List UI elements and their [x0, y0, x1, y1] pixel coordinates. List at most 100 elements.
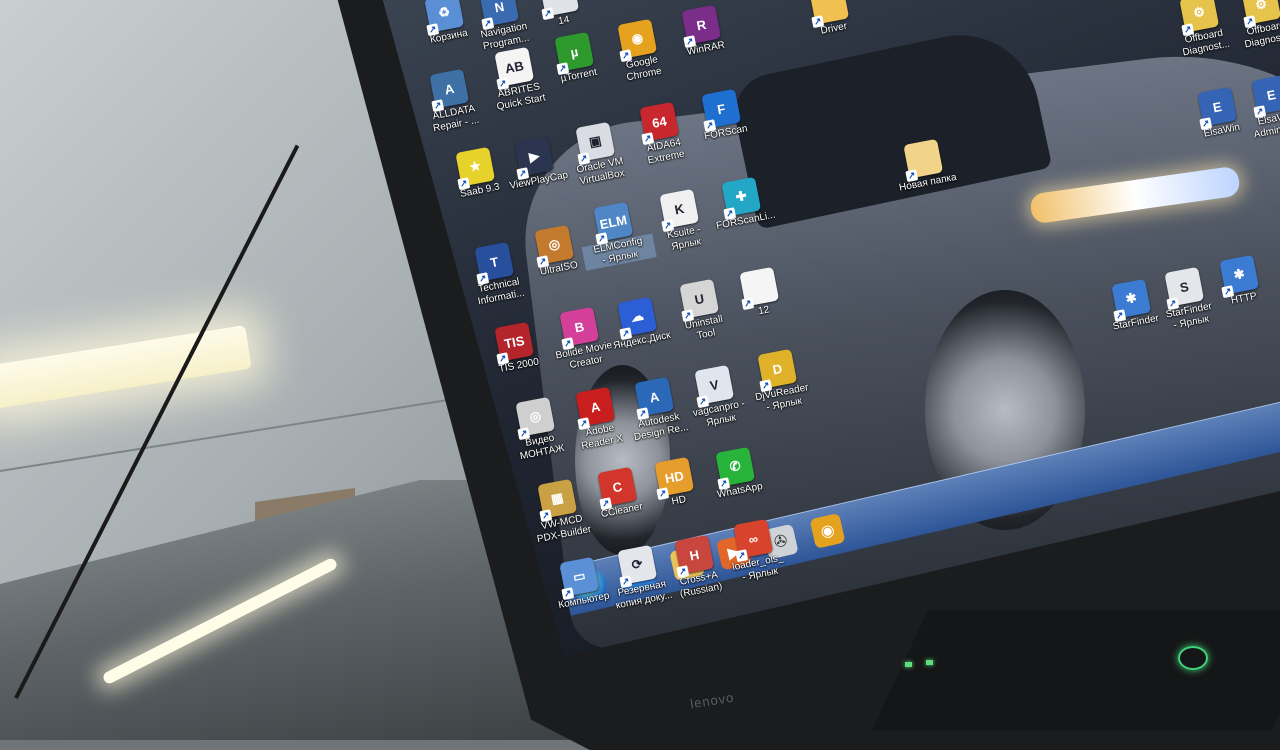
shortcut-arrow-icon: ↗: [1113, 309, 1127, 323]
virtualbox-icon: ▣ ↗: [575, 121, 616, 166]
shortcut-arrow-icon: ↗: [1253, 105, 1267, 119]
autodesk-glyph: A: [648, 388, 661, 405]
shortcut-arrow-icon: ↗: [595, 232, 609, 246]
vwmcd-glyph: ▦: [549, 489, 565, 507]
ccleaner-icon: C ↗: [597, 466, 638, 511]
shortcut-arrow-icon: ↗: [476, 272, 490, 286]
http-glyph: ✱: [1232, 265, 1246, 283]
vagcanpro-glyph: V: [708, 376, 720, 393]
offboard1-glyph: ⚙: [1191, 3, 1207, 21]
shortcut-arrow-icon: ↗: [717, 477, 731, 491]
abrites-icon: AB ↗: [494, 46, 535, 91]
navigation-glyph: N: [493, 0, 506, 15]
shortcut-arrow-icon: ↗: [426, 23, 440, 37]
shortcut-arrow-icon: ↗: [517, 427, 531, 441]
shortcut-arrow-icon: ↗: [457, 177, 471, 191]
power-button[interactable]: [1178, 646, 1208, 670]
autodesk-icon: A ↗: [634, 376, 675, 421]
winrar-glyph: R: [695, 16, 708, 33]
shortcut-arrow-icon: ↗: [656, 487, 670, 501]
forscan-icon: F ↗: [701, 88, 742, 133]
status-led: [926, 660, 933, 665]
winrar-icon: R ↗: [681, 4, 722, 49]
bolide-icon: B ↗: [559, 306, 600, 351]
ccleaner-glyph: C: [611, 478, 624, 495]
elsawin-glyph: E: [1211, 98, 1223, 115]
shortcut-arrow-icon: ↗: [481, 17, 495, 31]
ksuite-glyph: K: [673, 200, 686, 217]
starfinder2-icon: S ↗: [1164, 266, 1205, 311]
hd-glyph: HD: [663, 467, 685, 486]
shortcut-arrow-icon: ↗: [735, 549, 749, 563]
loader-glyph: ∞: [747, 530, 760, 547]
elsawinadmin-icon: E ↗: [1251, 74, 1280, 119]
video-icon: ◎ ↗: [515, 396, 556, 441]
loader-icon: ∞ ↗: [733, 518, 774, 563]
shortcut-arrow-icon: ↗: [636, 407, 650, 421]
chrome-icon: ◉ ↗: [617, 18, 658, 63]
saab-icon: ★ ↗: [455, 146, 496, 191]
offboard1-icon: ⚙ ↗: [1179, 0, 1220, 37]
elmconfig-icon: ELM ↗: [593, 201, 634, 246]
aida64-glyph: 64: [650, 112, 668, 131]
shortcut-arrow-icon: ↗: [661, 219, 675, 233]
saab-glyph: ★: [467, 157, 483, 175]
shortcut-arrow-icon: ↗: [1243, 15, 1257, 29]
yadisk-icon: ☁ ↗: [617, 296, 658, 341]
djvureader-glyph: D: [771, 360, 784, 377]
tis2000-glyph: TIS: [502, 332, 526, 351]
status-led: [905, 662, 912, 667]
vwmcd-icon: ▦ ↗: [537, 478, 578, 523]
crossa-glyph: H: [688, 546, 701, 563]
forscanlite-glyph: ✚: [734, 187, 748, 205]
viewplaycap-glyph: ▶: [527, 147, 541, 165]
shortcut-arrow-icon: ↗: [723, 207, 737, 221]
recycle-icon: ♻ ↗: [424, 0, 465, 37]
shortcut-arrow-icon: ↗: [741, 297, 755, 311]
shortcut-arrow-icon: ↗: [759, 379, 773, 393]
video-glyph: ◎: [528, 407, 543, 425]
shortcut-arrow-icon: ↗: [561, 337, 575, 351]
shortcut-arrow-icon: ↗: [577, 152, 591, 166]
abrites-glyph: AB: [503, 57, 525, 76]
bolide-glyph: B: [573, 318, 586, 335]
shortcut-arrow-icon: ↗: [599, 497, 613, 511]
starfinder2-glyph: S: [1178, 278, 1190, 295]
shortcut-arrow-icon: ↗: [431, 99, 445, 113]
utorrent-glyph: µ: [569, 43, 580, 60]
shortcut-arrow-icon: ↗: [1181, 23, 1195, 37]
elmconfig-glyph: ELM: [598, 211, 629, 232]
chrome-glyph: ◉: [630, 29, 645, 47]
shortcut-arrow-icon: ↗: [703, 119, 717, 133]
backup-icon: ⟳ ↗: [617, 544, 658, 589]
shortcut-arrow-icon: ↗: [683, 35, 697, 49]
chrome-taskbar-icon[interactable]: ◉: [809, 512, 846, 549]
shortcut-arrow-icon: ↗: [516, 167, 530, 181]
starfinder-icon: ✱ ↗: [1111, 278, 1152, 323]
computer-icon: ▭ ↗: [559, 556, 600, 601]
whatsapp-glyph: ✆: [728, 457, 742, 475]
shortcut-arrow-icon: ↗: [696, 395, 710, 409]
file12-icon: ↗: [739, 266, 780, 311]
ultraiso-glyph: ◎: [547, 235, 562, 253]
shortcut-arrow-icon: ↗: [811, 15, 825, 29]
alldata-icon: A ↗: [429, 68, 470, 113]
shortcut-arrow-icon: ↗: [676, 565, 690, 579]
shortcut-arrow-icon: ↗: [556, 62, 570, 76]
technical-glyph: T: [488, 253, 500, 270]
shortcut-arrow-icon: ↗: [905, 169, 919, 183]
shortcut-arrow-icon: ↗: [619, 575, 633, 589]
shortcut-arrow-icon: ↗: [496, 352, 510, 366]
technical-icon: T ↗: [474, 241, 515, 286]
shortcut-arrow-icon: ↗: [619, 327, 633, 341]
elsawin-icon: E ↗: [1197, 86, 1238, 131]
tis2000-icon: TIS ↗: [494, 321, 535, 366]
djvureader-icon: D ↗: [757, 348, 798, 393]
shortcut-arrow-icon: ↗: [1199, 117, 1213, 131]
laptop-keyboard: [872, 610, 1280, 730]
viewplaycap-icon: ▶ ↗: [514, 136, 555, 181]
elsawinadmin-glyph: E: [1265, 86, 1277, 103]
recycle-glyph: ♻: [436, 3, 452, 21]
computer-glyph: ▭: [571, 567, 587, 585]
alldata-glyph: A: [443, 80, 456, 97]
